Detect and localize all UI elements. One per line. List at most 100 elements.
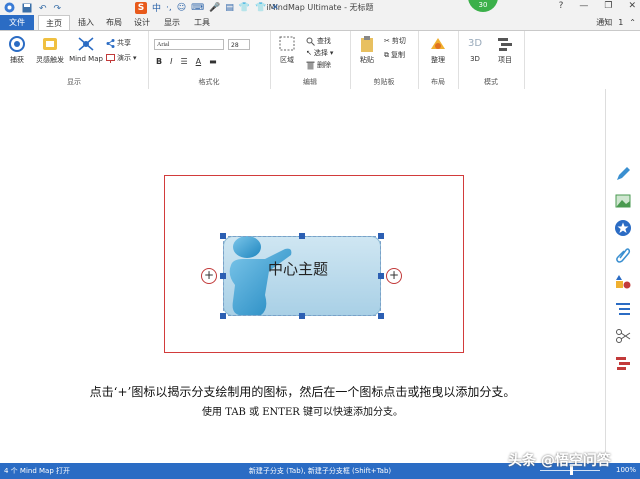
pencil-icon[interactable] xyxy=(614,165,632,183)
resize-handle[interactable] xyxy=(378,233,384,239)
ime-grid-icon[interactable]: ▤ xyxy=(225,3,234,13)
window-controls: ? — ❐ ✕ xyxy=(559,1,636,11)
right-sidebar xyxy=(605,89,640,463)
title-bar: iMindMap Ultimate - 无标题 ↶ ↷ S 中 ·, ☺ ⌨ 🎤… xyxy=(0,0,640,15)
highlight-icon[interactable]: ▬ xyxy=(209,57,217,66)
code-scissors-icon[interactable] xyxy=(614,327,632,345)
redo-icon[interactable]: ↷ xyxy=(54,4,62,15)
maximize-button[interactable]: ❐ xyxy=(604,1,612,11)
chevron-down-icon: ▾ xyxy=(329,49,334,57)
tab-design[interactable]: 设计 xyxy=(130,15,154,30)
resize-handle[interactable] xyxy=(378,273,384,279)
resize-handle[interactable] xyxy=(299,313,305,319)
resize-handle[interactable] xyxy=(299,233,305,239)
notify-count: 1 xyxy=(618,18,624,27)
tab-layout[interactable]: 布局 xyxy=(102,15,126,30)
shapes-icon[interactable] xyxy=(614,273,632,291)
close-button[interactable]: ✕ xyxy=(628,1,636,11)
ime-tools-icon[interactable]: ✕ xyxy=(271,3,279,13)
paste-icon xyxy=(361,36,373,52)
gantt-bars-icon[interactable] xyxy=(614,354,632,372)
copy-icon: ⧉ xyxy=(384,50,389,59)
ime-shirt-icon[interactable]: 👕 xyxy=(255,3,266,13)
delete-button[interactable]: 删除 xyxy=(306,60,331,70)
3d-button[interactable]: 3D 3D xyxy=(462,35,488,63)
sogou-logo-icon[interactable]: S xyxy=(135,1,147,14)
paperclip-icon[interactable] xyxy=(614,246,632,264)
italic-button[interactable]: I xyxy=(170,57,172,66)
ime-keyboard-icon[interactable]: ⌨ xyxy=(191,3,204,13)
tab-insert[interactable]: 插入 xyxy=(74,15,98,30)
delete-icon xyxy=(306,61,315,69)
group-mode: 3D 3D 项目 模式 xyxy=(458,31,525,89)
cut-button[interactable]: ✂ 剪切 xyxy=(384,36,406,46)
group-display-label: 显示 xyxy=(67,78,81,86)
add-branch-right-button[interactable]: + xyxy=(386,268,402,284)
ime-toolbar: S 中 ·, ☺ ⌨ 🎤 ▤ 👕 👕 ✕ xyxy=(135,1,279,14)
group-layout-label: 布局 xyxy=(431,78,445,86)
gantt-icon xyxy=(498,38,512,51)
tab-tools[interactable]: 工具 xyxy=(190,15,214,30)
group-edit: 区域 查找 ↖ 选择 ▾ 删除 编辑 xyxy=(270,31,351,89)
search-icon xyxy=(306,37,315,46)
select-button[interactable]: ↖ 选择 ▾ xyxy=(306,48,333,58)
capture-button[interactable]: 捕获 xyxy=(4,35,30,65)
arrange-button[interactable]: 整理 xyxy=(425,35,451,65)
ime-chinese-icon[interactable]: 中 xyxy=(152,1,161,14)
notifications[interactable]: 通知 1 ⌃ xyxy=(596,15,636,30)
tab-home[interactable]: 主页 xyxy=(38,15,70,31)
arrange-icon xyxy=(431,38,445,49)
image-icon[interactable] xyxy=(614,192,632,210)
add-branch-left-button[interactable]: + xyxy=(201,268,217,284)
watermark-text: 头条 @悟空问答 xyxy=(508,453,611,469)
hint-line-2: 使用 TAB 或 ENTER 键可以快速添加分支。 xyxy=(202,407,403,418)
undo-icon[interactable]: ↶ xyxy=(39,4,47,15)
ribbon: 捕获 灵感触发 Mind Map 共享 演示 ▾ 显示 格式化 Arial 28… xyxy=(0,30,640,90)
align-icon[interactable]: ☰ xyxy=(180,57,187,66)
resize-handle[interactable] xyxy=(220,273,226,279)
selection-box xyxy=(223,236,381,316)
group-mode-label: 模式 xyxy=(484,78,498,86)
scissors-icon: ✂ xyxy=(384,37,390,45)
tab-view[interactable]: 显示 xyxy=(160,15,184,30)
font-family-select[interactable]: Arial xyxy=(154,39,224,50)
group-display: 捕获 灵感触发 Mind Map 共享 演示 ▾ 显示 xyxy=(0,31,149,89)
mindmap-button[interactable]: Mind Map xyxy=(68,35,104,63)
share-button[interactable]: 共享 xyxy=(106,38,131,48)
ime-punct-icon[interactable]: ·, xyxy=(166,3,172,13)
region-icon xyxy=(279,36,295,51)
resize-handle[interactable] xyxy=(220,233,226,239)
paste-button[interactable]: 粘贴 xyxy=(354,35,380,65)
tab-file[interactable]: 文件 xyxy=(0,15,34,30)
present-button[interactable]: 演示 ▾ xyxy=(106,53,137,63)
find-button[interactable]: 查找 xyxy=(306,36,331,46)
inspiration-icon xyxy=(43,38,57,50)
bold-button[interactable]: B xyxy=(156,57,162,66)
zoom-level: 100% xyxy=(615,466,636,474)
format-toolbar: B I ☰ A ▬ xyxy=(156,57,217,66)
font-color-button[interactable]: A xyxy=(196,57,201,66)
ime-skin-icon[interactable]: 👕 xyxy=(239,3,250,13)
chevron-up-icon[interactable]: ⌃ xyxy=(629,15,636,30)
ime-mic-icon[interactable]: 🎤 xyxy=(209,3,220,13)
mindmap-canvas[interactable]: 中心主题 + + 点击‘+’图标以揭示分支绘制用的图标，然后在一个图标点击或拖曳… xyxy=(0,89,605,463)
capture-icon xyxy=(9,36,25,52)
list-icon[interactable] xyxy=(614,300,632,318)
minimize-button[interactable]: — xyxy=(579,1,588,11)
help-button[interactable]: ? xyxy=(559,1,564,11)
region-button[interactable]: 区域 xyxy=(274,35,300,65)
ribbon-tabs: 文件 主页 插入 布局 设计 显示 工具 通知 1 ⌃ xyxy=(0,15,640,31)
cursor-icon: ↖ xyxy=(306,49,312,57)
group-clipboard: 粘贴 ✂ 剪切 ⧉ 复制 剪贴板 xyxy=(350,31,419,89)
group-layout: 整理 布局 xyxy=(418,31,459,89)
group-edit-label: 编辑 xyxy=(303,78,317,86)
copy-button[interactable]: ⧉ 复制 xyxy=(384,50,405,60)
star-icon[interactable] xyxy=(614,219,632,237)
resize-handle[interactable] xyxy=(220,313,226,319)
ime-emoji-icon[interactable]: ☺ xyxy=(177,3,186,13)
3d-icon: 3D xyxy=(467,38,483,49)
resize-handle[interactable] xyxy=(378,313,384,319)
inspiration-button[interactable]: 灵感触发 xyxy=(32,35,68,65)
project-button[interactable]: 项目 xyxy=(492,35,518,65)
font-size-select[interactable]: 28 xyxy=(228,39,250,50)
